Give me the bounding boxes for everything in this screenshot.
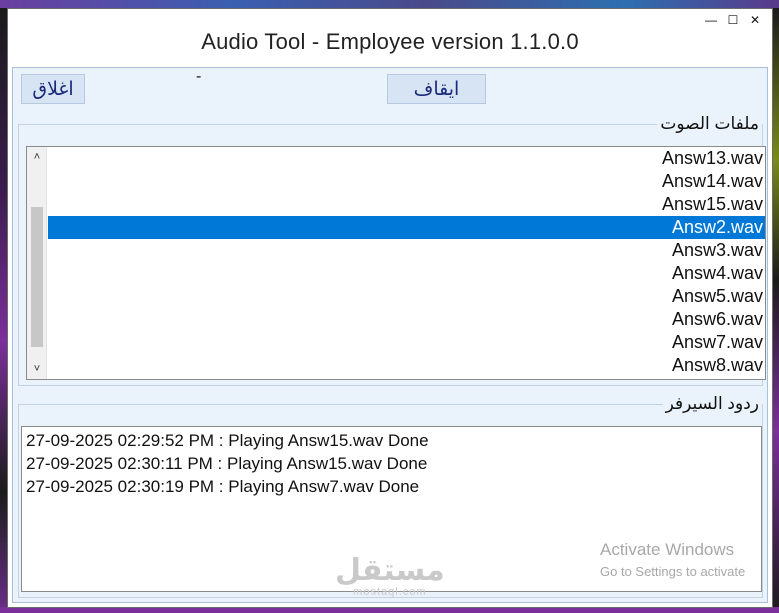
- close-button[interactable]: اغلاق: [21, 74, 85, 104]
- list-item[interactable]: Answ14.wav: [48, 170, 765, 193]
- audio-files-label: ملفات الصوت: [657, 114, 762, 134]
- list-item[interactable]: Answ6.wav: [48, 308, 765, 331]
- list-item[interactable]: Answ5.wav: [48, 285, 765, 308]
- scroll-thumb[interactable]: [31, 207, 43, 347]
- main-panel: اغلاق - ايقاف ملفات الصوت ˄ ˅ Answ13.wav…: [12, 67, 768, 603]
- log-line: 27-09-2025 02:29:52 PM : Playing Answ15.…: [26, 431, 429, 450]
- window-controls: — ☐ ✕: [700, 11, 766, 29]
- scroll-down-icon[interactable]: ˅: [27, 361, 47, 377]
- activate-windows-title: Activate Windows: [600, 540, 735, 559]
- minimize-button[interactable]: —: [700, 11, 722, 29]
- close-window-button[interactable]: ✕: [744, 11, 766, 29]
- title-bar[interactable]: Audio Tool - Employee version 1.1.0.0 — …: [8, 9, 772, 67]
- logo-url-text: mostaql.com: [353, 586, 427, 598]
- log-line: 27-09-2025 02:30:19 PM : Playing Answ7.w…: [26, 477, 420, 496]
- list-item[interactable]: Answ4.wav: [48, 262, 765, 285]
- stop-button[interactable]: ايقاف: [387, 74, 486, 104]
- audio-files-list[interactable]: ˄ ˅ Answ13.wav Answ14.wav Answ15.wav Ans…: [26, 146, 766, 380]
- desktop-taskbar-strip: [0, 0, 779, 8]
- list-item[interactable]: Answ3.wav: [48, 239, 765, 262]
- list-item-selected[interactable]: Answ2.wav: [48, 216, 765, 239]
- list-item[interactable]: Answ13.wav: [48, 147, 765, 170]
- activate-windows-watermark: Activate Windows Go to Settings to activ…: [600, 540, 745, 579]
- log-line: 27-09-2025 02:30:11 PM : Playing Answ15.…: [26, 454, 428, 473]
- list-item[interactable]: Answ7.wav: [48, 331, 765, 354]
- mostaql-logo: مستقل mostaql.com: [335, 554, 445, 599]
- list-item[interactable]: Answ8.wav: [48, 354, 765, 377]
- logo-arabic-text: مستقل: [335, 554, 445, 587]
- activate-windows-subtitle: Go to Settings to activate: [600, 564, 746, 579]
- desktop-background-right: [773, 8, 779, 613]
- list-item[interactable]: Answ15.wav: [48, 193, 765, 216]
- audio-files-group: ملفات الصوت ˄ ˅ Answ13.wav Answ14.wav An…: [18, 114, 766, 386]
- status-text: -: [196, 68, 202, 85]
- scroll-up-icon[interactable]: ˄: [27, 149, 47, 165]
- list-scrollbar[interactable]: ˄ ˅: [27, 147, 47, 379]
- maximize-button[interactable]: ☐: [722, 11, 744, 29]
- window-title: Audio Tool - Employee version 1.1.0.0: [201, 29, 579, 54]
- app-window: Audio Tool - Employee version 1.1.0.0 — …: [7, 8, 773, 608]
- audio-files-items: Answ13.wav Answ14.wav Answ15.wav Answ2.w…: [48, 147, 765, 377]
- server-responses-label: ردود السيرفر: [662, 394, 762, 414]
